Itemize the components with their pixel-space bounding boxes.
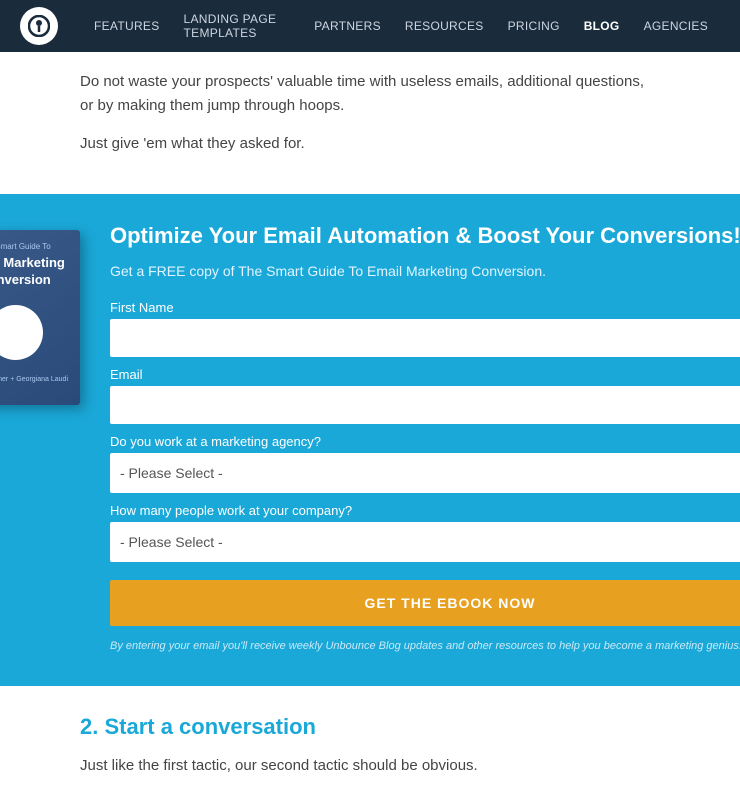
first-name-group: First Name xyxy=(110,300,740,357)
agency-select[interactable]: - Please Select - Yes No xyxy=(110,453,740,493)
book-subtitle: The Smart Guide To xyxy=(0,242,51,251)
nav-landing-page-templates[interactable]: LANDING PAGE TEMPLATES xyxy=(172,0,303,52)
nav-features[interactable]: FEATURES xyxy=(82,0,172,52)
section-2-heading: 2. Start a conversation xyxy=(80,714,660,740)
first-name-input[interactable] xyxy=(110,319,740,357)
company-size-group: How many people work at your company? - … xyxy=(110,503,740,562)
logo[interactable] xyxy=(20,7,58,45)
nav-agencies[interactable]: AGENCIES xyxy=(632,0,720,52)
book-cover: The Smart Guide To Email Marketing Conve… xyxy=(0,230,90,405)
cta-headline: Optimize Your Email Automation & Boost Y… xyxy=(110,222,740,251)
content-area: Do not waste your prospects' valuable ti… xyxy=(0,52,740,194)
disclaimer-text: By entering your email you'll receive we… xyxy=(110,638,740,655)
email-icon: ✉ xyxy=(7,320,24,345)
cta-subtext: Get a FREE copy of The Smart Guide To Em… xyxy=(110,261,740,282)
agency-select-wrapper: - Please Select - Yes No xyxy=(110,453,740,493)
nav-pricing[interactable]: PRICING xyxy=(496,0,572,52)
nav-blog[interactable]: BLOG xyxy=(572,0,632,52)
cta-form: Optimize Your Email Automation & Boost Y… xyxy=(110,222,740,654)
email-input[interactable] xyxy=(110,386,740,424)
email-label: Email xyxy=(110,367,740,382)
intro-paragraph-2: Just give 'em what they asked for. xyxy=(80,132,660,156)
intro-paragraph-1: Do not waste your prospects' valuable ti… xyxy=(80,70,660,118)
navigation: FEATURES LANDING PAGE TEMPLATES PARTNERS… xyxy=(0,0,740,52)
nav-resources[interactable]: RESOURCES xyxy=(393,0,496,52)
book-title: Email Marketing Conversion xyxy=(0,255,70,289)
submit-button[interactable]: GET THE EBOOK NOW xyxy=(110,580,740,626)
nav-partners[interactable]: PARTNERS xyxy=(302,0,393,52)
section-2-area: 2. Start a conversation Just like the fi… xyxy=(0,686,740,798)
agency-group: Do you work at a marketing agency? - Ple… xyxy=(110,434,740,493)
section-2: 2. Start a conversation Just like the fi… xyxy=(80,686,660,798)
cta-box: The Smart Guide To Email Marketing Conve… xyxy=(0,194,740,686)
email-group: Email xyxy=(110,367,740,424)
company-select-wrapper: - Please Select - 1–10 11–50 51–200 200+ xyxy=(110,522,740,562)
first-name-label: First Name xyxy=(110,300,740,315)
book-icon-circle: ✉ xyxy=(0,305,43,360)
nav-items: FEATURES LANDING PAGE TEMPLATES PARTNERS… xyxy=(82,0,720,52)
intro-section: Do not waste your prospects' valuable ti… xyxy=(80,52,660,194)
section-2-text: Just like the first tactic, our second t… xyxy=(80,754,660,778)
company-size-select[interactable]: - Please Select - 1–10 11–50 51–200 200+ xyxy=(110,522,740,562)
company-size-label: How many people work at your company? xyxy=(110,503,740,518)
book-author: By Oli Gardner + Georgiana Laudi xyxy=(0,376,68,383)
book-visual: The Smart Guide To Email Marketing Conve… xyxy=(0,230,80,405)
agency-question-label: Do you work at a marketing agency? xyxy=(110,434,740,449)
